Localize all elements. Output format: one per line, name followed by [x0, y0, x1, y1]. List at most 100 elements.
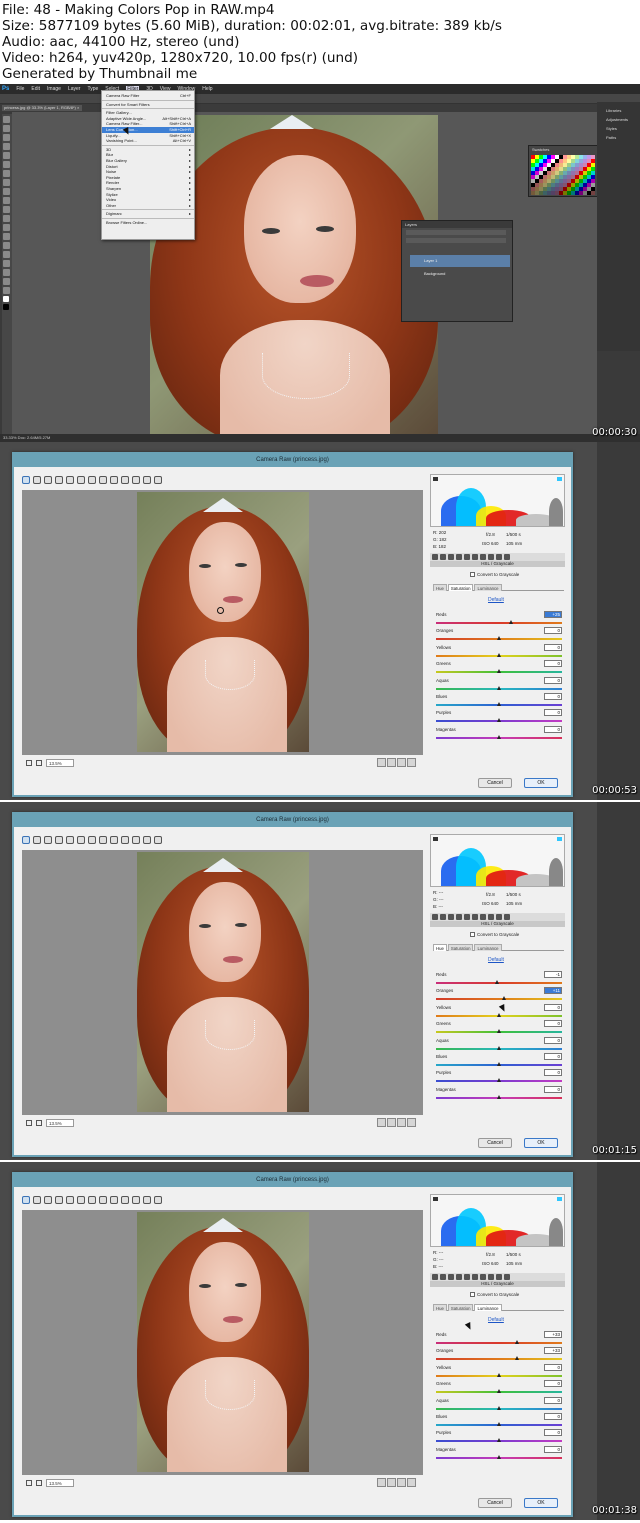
slider-track[interactable]: [436, 1358, 562, 1361]
filter-menu-item[interactable]: Browse Filters Online...: [102, 220, 194, 226]
spot-removal-icon[interactable]: [99, 1196, 107, 1204]
cancel-button[interactable]: Cancel: [478, 1498, 512, 1508]
cancel-button[interactable]: Cancel: [478, 1138, 512, 1148]
tab-hue[interactable]: Hue: [433, 944, 447, 951]
slider-knob[interactable]: [501, 996, 506, 1001]
before-after-icon[interactable]: [387, 758, 396, 767]
swap-icon[interactable]: [397, 1478, 406, 1487]
slider-value-input[interactable]: 0: [544, 1069, 562, 1077]
slider-value-input[interactable]: 0: [544, 693, 562, 700]
target-adjust-icon[interactable]: [66, 476, 74, 484]
clipping-warning-icon[interactable]: [557, 837, 562, 841]
slider-knob[interactable]: [496, 1454, 501, 1459]
presets-panel-icon[interactable]: [496, 914, 502, 920]
slider-knob[interactable]: [515, 1340, 520, 1344]
straighten-icon[interactable]: [88, 1196, 96, 1204]
quick-select-icon[interactable]: [3, 143, 10, 150]
slider-knob[interactable]: [496, 718, 501, 723]
slider-track[interactable]: [436, 1342, 562, 1344]
redeye-icon[interactable]: [110, 476, 118, 484]
convert-grayscale[interactable]: Convert to Grayscale: [470, 1292, 519, 1297]
tab-saturation[interactable]: Saturation: [447, 1304, 474, 1311]
slider-value-input[interactable]: 0: [544, 1396, 562, 1404]
grayscale-checkbox[interactable]: [470, 572, 475, 577]
detail-panel-icon[interactable]: [448, 914, 454, 920]
slider-value-input[interactable]: 0: [544, 709, 562, 717]
menu-help[interactable]: Help: [202, 86, 212, 92]
radial-filter-icon[interactable]: [143, 476, 151, 484]
zoom-select[interactable]: 13.5%: [46, 1479, 74, 1487]
foreground-color-icon[interactable]: [3, 296, 9, 302]
slider-knob[interactable]: [515, 1356, 520, 1361]
redeye-icon[interactable]: [110, 836, 118, 844]
slider-value-input[interactable]: 0: [544, 1445, 562, 1453]
dodge-icon[interactable]: [3, 233, 10, 240]
eyedropper-icon[interactable]: [3, 161, 10, 168]
slider-value-input[interactable]: 0: [544, 643, 562, 651]
tone-curve-panel-icon[interactable]: [440, 554, 446, 560]
slider-value-input[interactable]: 0: [544, 660, 562, 668]
zoom-select[interactable]: 13.5%: [46, 1119, 74, 1127]
shape-icon[interactable]: [3, 269, 10, 276]
layer-row-background[interactable]: Background: [410, 268, 510, 280]
gradient-icon[interactable]: [3, 215, 10, 222]
zoom-icon[interactable]: [22, 476, 30, 484]
slider-value-input[interactable]: -1: [544, 971, 562, 978]
camera-cal-panel-icon[interactable]: [488, 554, 494, 560]
slider-value-input[interactable]: 0: [544, 1413, 562, 1420]
lens-panel-icon[interactable]: [472, 554, 478, 560]
slider-knob[interactable]: [496, 1094, 501, 1099]
clipping-warning-icon[interactable]: [433, 837, 438, 841]
history-brush-icon[interactable]: [3, 197, 10, 204]
graduated-filter-icon[interactable]: [132, 476, 140, 484]
hsl-panel-icon[interactable]: [456, 914, 462, 920]
lasso-tool-icon[interactable]: [3, 134, 10, 141]
ok-button[interactable]: OK: [524, 1498, 558, 1508]
swap-icon[interactable]: [397, 758, 406, 767]
ok-button[interactable]: OK: [524, 778, 558, 788]
adjustment-brush-icon[interactable]: [121, 476, 129, 484]
slider-knob[interactable]: [496, 1438, 501, 1443]
white-balance-icon[interactable]: [44, 476, 52, 484]
blur-icon[interactable]: [3, 224, 10, 231]
ok-button[interactable]: OK: [524, 1138, 558, 1148]
color-sampler-icon[interactable]: [55, 836, 63, 844]
snapshots-panel-icon[interactable]: [504, 554, 510, 560]
hsl-panel-icon[interactable]: [456, 554, 462, 560]
filter-icon[interactable]: [377, 1118, 386, 1127]
menu-layer[interactable]: Layer: [68, 86, 81, 92]
tab-saturation[interactable]: Saturation: [447, 944, 474, 951]
slider-track[interactable]: [436, 998, 562, 1001]
white-balance-icon[interactable]: [44, 1196, 52, 1204]
tab-luminance[interactable]: Luminance: [474, 944, 502, 951]
slider-knob[interactable]: [496, 1405, 501, 1410]
slider-value-input[interactable]: 0: [544, 1053, 562, 1060]
healing-icon[interactable]: [3, 170, 10, 177]
hand-icon[interactable]: [33, 476, 41, 484]
slider-knob[interactable]: [496, 1045, 501, 1050]
menu-edit[interactable]: Edit: [31, 86, 40, 92]
target-adjust-icon[interactable]: [66, 1196, 74, 1204]
snapshots-panel-icon[interactable]: [504, 914, 510, 920]
slider-value-input[interactable]: 0: [544, 627, 562, 635]
slider-knob[interactable]: [495, 980, 500, 984]
move-tool-icon[interactable]: [3, 116, 10, 123]
adjustment-brush-icon[interactable]: [121, 836, 129, 844]
slider-value-input[interactable]: 0: [544, 1020, 562, 1028]
cancel-button[interactable]: Cancel: [478, 778, 512, 788]
slider-value-input[interactable]: +33: [544, 1347, 562, 1355]
slider-knob[interactable]: [496, 1372, 501, 1377]
fx-panel-icon[interactable]: [480, 914, 486, 920]
redeye-icon[interactable]: [110, 1196, 118, 1204]
swatch-grid[interactable]: [531, 155, 595, 195]
panel-libraries[interactable]: Libraries: [597, 106, 640, 115]
panel-styles[interactable]: Styles: [597, 124, 640, 133]
graduated-filter-icon[interactable]: [132, 836, 140, 844]
doc-tab[interactable]: princess.jpg @ 33.3% (Layer 1, RGB/8*) ×: [2, 105, 82, 111]
slider-knob[interactable]: [496, 1062, 501, 1066]
graduated-filter-icon[interactable]: [132, 1196, 140, 1204]
slider-knob[interactable]: [496, 636, 501, 641]
zoom-icon[interactable]: [22, 836, 30, 844]
basic-panel-icon[interactable]: [432, 914, 438, 920]
default-link[interactable]: Default: [488, 1317, 504, 1323]
